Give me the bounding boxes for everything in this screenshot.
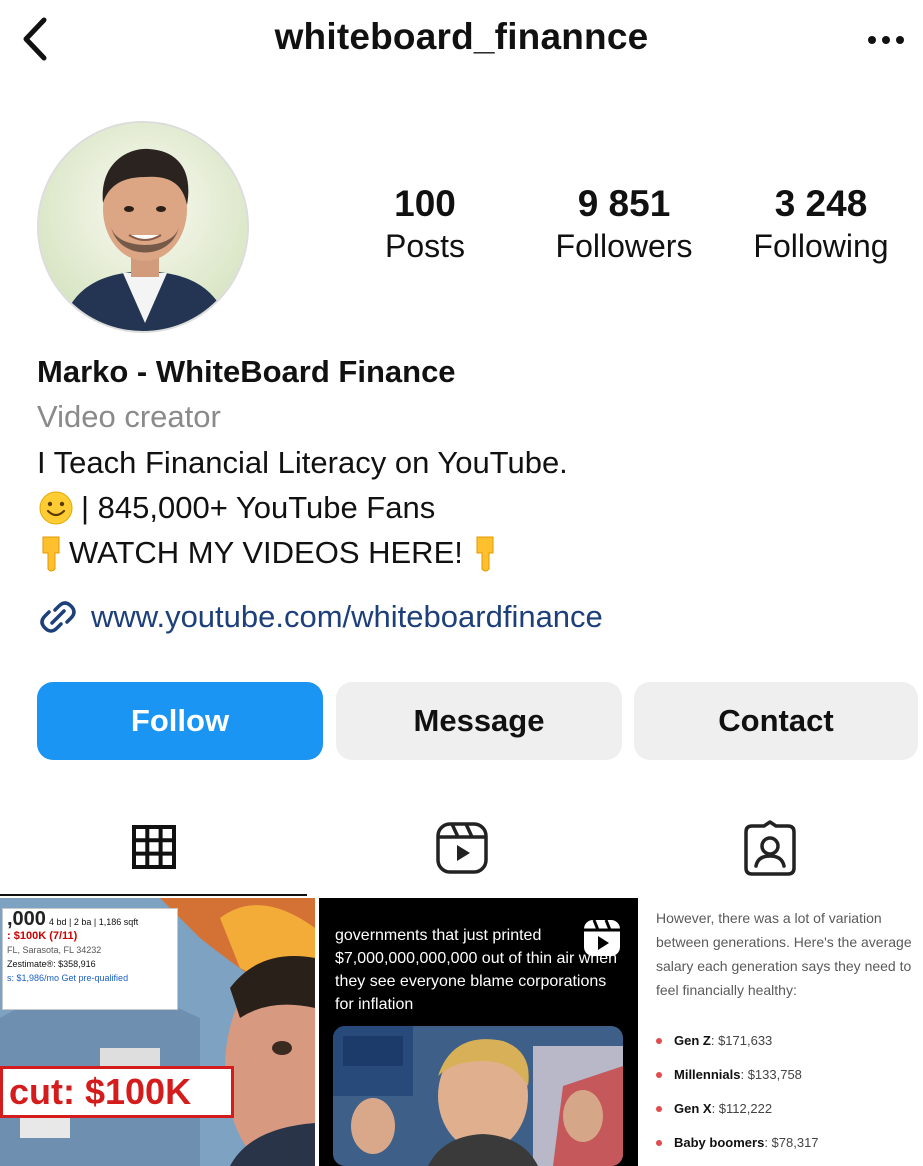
listing-zestimate: Zestimate®: $358,916	[7, 959, 96, 969]
posts-label: Posts	[384, 228, 466, 264]
list-item: Millennials: $133,758	[656, 1058, 918, 1092]
profile-tabs	[0, 800, 923, 896]
bio-line-1: I Teach Financial Literacy on YouTube.	[37, 445, 568, 480]
generation-label: Millennials	[674, 1067, 741, 1082]
posts-count: 100	[394, 183, 456, 224]
listing-address: FL, Sarasota, FL 34232	[7, 945, 102, 955]
following-label: Following	[753, 228, 889, 264]
profile-bio: Marko - WhiteBoard Finance Video creator…	[37, 350, 907, 575]
stat-followers[interactable]: 9 851 Followers	[536, 182, 712, 266]
post-tile-inflation-reel[interactable]: governments that just printed $7,000,000…	[319, 898, 638, 1166]
generation-salary: : $171,633	[710, 1033, 773, 1048]
listing-card: ,000 4 bd | 2 ba | 1,186 sqft : $100K (7…	[2, 908, 178, 1010]
listing-payment: s: $1,986/mo Get pre-qualified	[7, 973, 129, 983]
profile-avatar[interactable]	[37, 121, 249, 333]
more-options-button[interactable]	[863, 20, 909, 60]
profile-username: whiteboard_finannce	[274, 16, 649, 57]
bullet-icon	[656, 1106, 662, 1112]
profile-link[interactable]: www.youtube.com/whiteboardfinance	[37, 596, 603, 638]
pointing-down-emoji-icon	[42, 536, 60, 571]
bullet-icon	[656, 1038, 662, 1044]
generation-label: Gen X	[674, 1101, 712, 1116]
top-bar: whiteboard_finannce	[0, 0, 923, 80]
smiling-face-emoji-icon	[39, 491, 73, 524]
message-button[interactable]: Message	[336, 682, 622, 760]
contact-button[interactable]: Contact	[634, 682, 918, 760]
reel-badge-icon	[584, 919, 620, 956]
generation-salary: : $78,317	[764, 1135, 819, 1150]
listing-price: ,000	[7, 908, 46, 930]
grid-icon	[131, 825, 176, 869]
tab-tagged[interactable]	[616, 800, 923, 896]
list-item: Gen X: $112,222	[656, 1092, 918, 1126]
bio-fans-text: | 845,000+ YouTube Fans	[81, 490, 436, 525]
listing-price-cut: : $100K (7/11)	[7, 930, 78, 942]
list-item: Gen Z: $171,633	[656, 1024, 918, 1058]
list-item: Baby boomers: $78,317	[656, 1126, 918, 1160]
crowd-photo	[333, 1026, 623, 1166]
bio-line-3: WATCH MY VIDEOS HERE!	[37, 530, 907, 575]
generation-label: Baby boomers	[674, 1135, 765, 1150]
listing-specs: 4 bd | 2 ba | 1,186 sqft	[49, 917, 139, 927]
price-cut-headline: cut: $100K	[0, 1066, 234, 1118]
generation-salary: : $133,758	[740, 1067, 802, 1082]
bio-line-2: | 845,000+ YouTube Fans	[37, 485, 907, 530]
tab-posts-grid[interactable]	[0, 800, 307, 896]
following-count: 3 248	[774, 183, 868, 224]
follow-button[interactable]: Follow	[37, 682, 323, 760]
category-label: Video creator	[37, 399, 221, 434]
followers-count: 9 851	[577, 183, 671, 224]
post-tile-salary-generations[interactable]: However, there was a lot of variation be…	[642, 898, 923, 1166]
reel-still-image	[333, 1026, 623, 1166]
bullet-icon	[656, 1140, 662, 1146]
generation-label: Gen Z	[674, 1033, 711, 1048]
bullet-icon	[656, 1072, 662, 1078]
salary-list: Gen Z: $171,633 Millennials: $133,758 Ge…	[656, 1024, 918, 1160]
ellipsis-icon	[868, 36, 904, 44]
stat-following[interactable]: 3 248 Following	[738, 182, 904, 266]
tagged-icon	[743, 820, 796, 876]
post-tile-housing[interactable]: ,000 4 bd | 2 ba | 1,186 sqft : $100K (7…	[0, 898, 315, 1166]
display-name: Marko - WhiteBoard Finance	[37, 354, 456, 389]
link-icon	[40, 601, 76, 633]
tab-reels[interactable]	[308, 800, 615, 896]
bio-watch-text: WATCH MY VIDEOS HERE!	[69, 535, 463, 570]
salary-intro-text: However, there was a lot of variation be…	[656, 910, 912, 998]
pointing-down-emoji-icon	[476, 536, 494, 571]
profile-link-text[interactable]: www.youtube.com/whiteboardfinance	[91, 599, 603, 635]
avatar-photo	[39, 123, 247, 331]
reels-icon	[435, 822, 488, 874]
followers-label: Followers	[555, 228, 693, 264]
stat-posts[interactable]: 100 Posts	[375, 182, 475, 266]
generation-salary: : $112,222	[711, 1101, 773, 1116]
